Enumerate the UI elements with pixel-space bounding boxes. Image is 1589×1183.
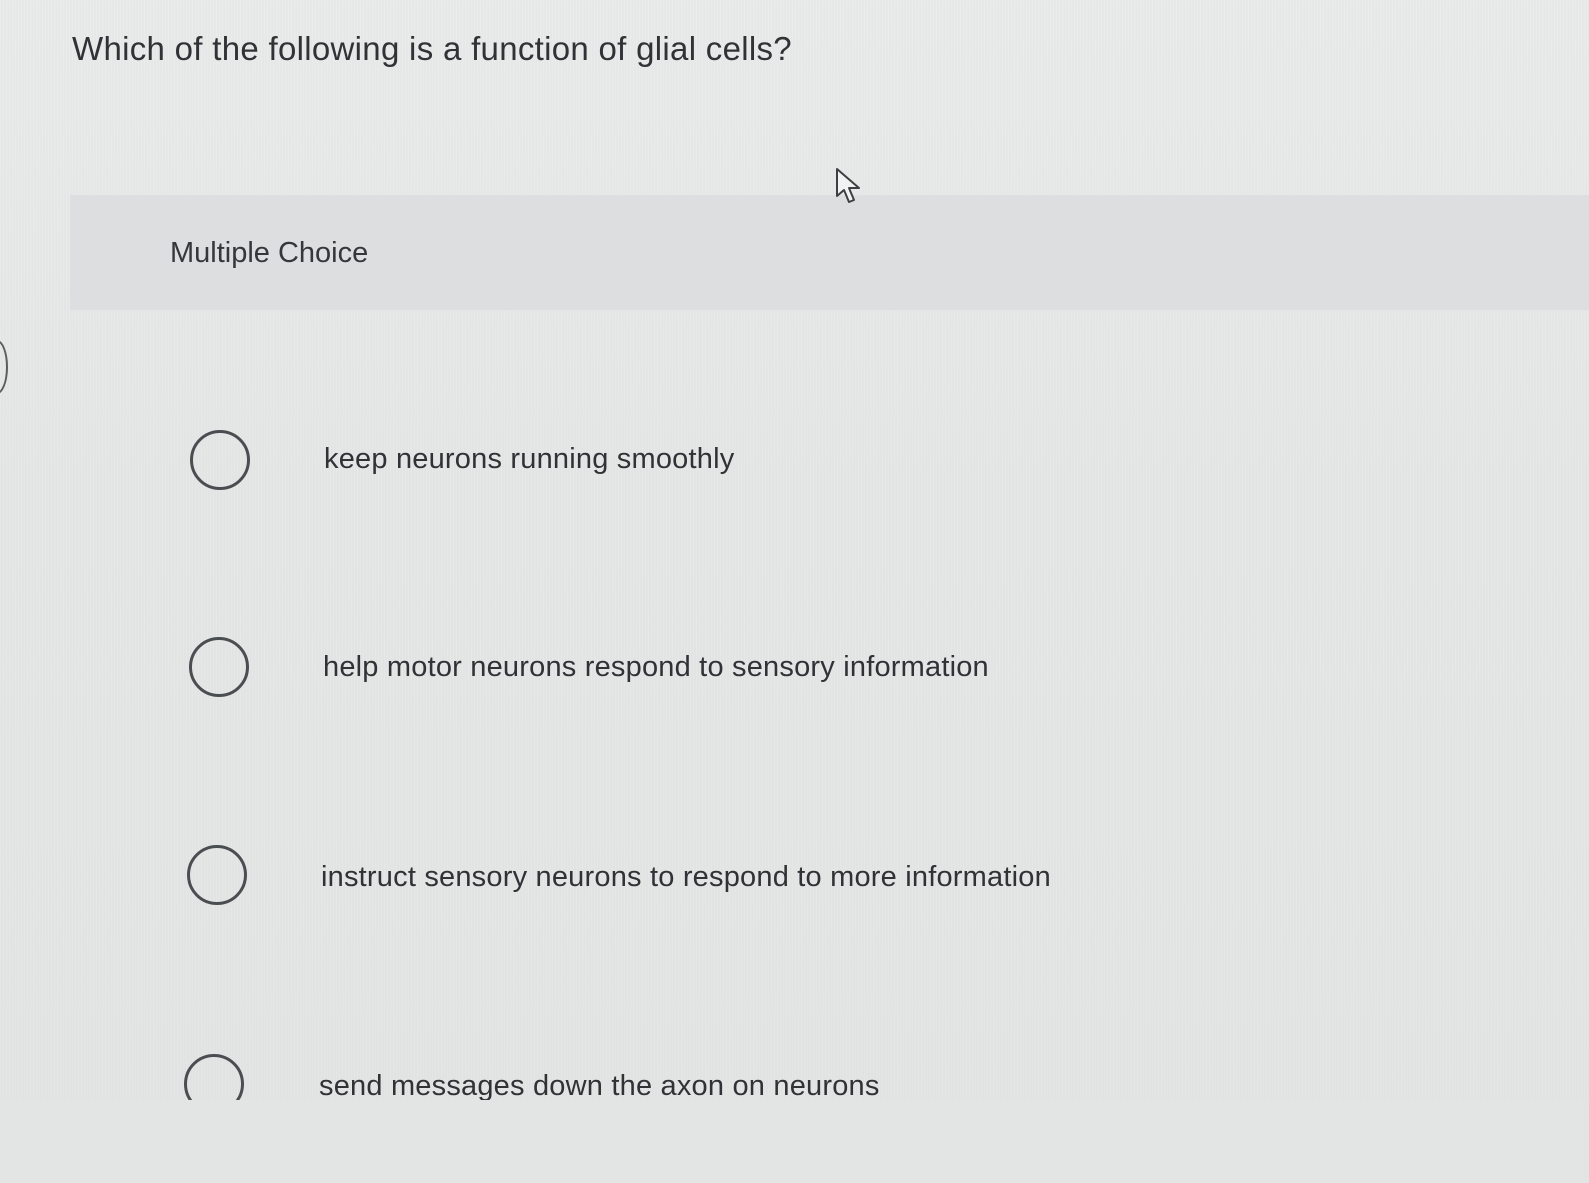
multiple-choice-label: Multiple Choice — [170, 237, 369, 269]
radio-button-icon[interactable] — [189, 637, 249, 697]
option-4-label[interactable]: send messages down the axon on neurons — [319, 1070, 880, 1103]
option-2[interactable]: help motor neurons respond to sensory in… — [0, 629, 1589, 709]
option-2-label[interactable]: help motor neurons respond to sensory in… — [323, 651, 989, 684]
screen: Which of the following is a function of … — [0, 0, 1589, 1183]
question-text: Which of the following is a function of … — [72, 30, 792, 67]
option-1-label[interactable]: keep neurons running smoothly — [324, 443, 734, 476]
radio-button-icon[interactable] — [190, 430, 250, 490]
option-3-label[interactable]: instruct sensory neurons to respond to m… — [321, 861, 1051, 894]
partial-control-edge — [0, 340, 8, 394]
option-1[interactable]: keep neurons running smoothly — [0, 421, 1589, 501]
bottom-background — [0, 1100, 1589, 1183]
option-3[interactable]: instruct sensory neurons to respond to m… — [0, 837, 1589, 917]
mouse-pointer-icon — [836, 168, 860, 203]
radio-button-icon[interactable] — [187, 845, 247, 905]
